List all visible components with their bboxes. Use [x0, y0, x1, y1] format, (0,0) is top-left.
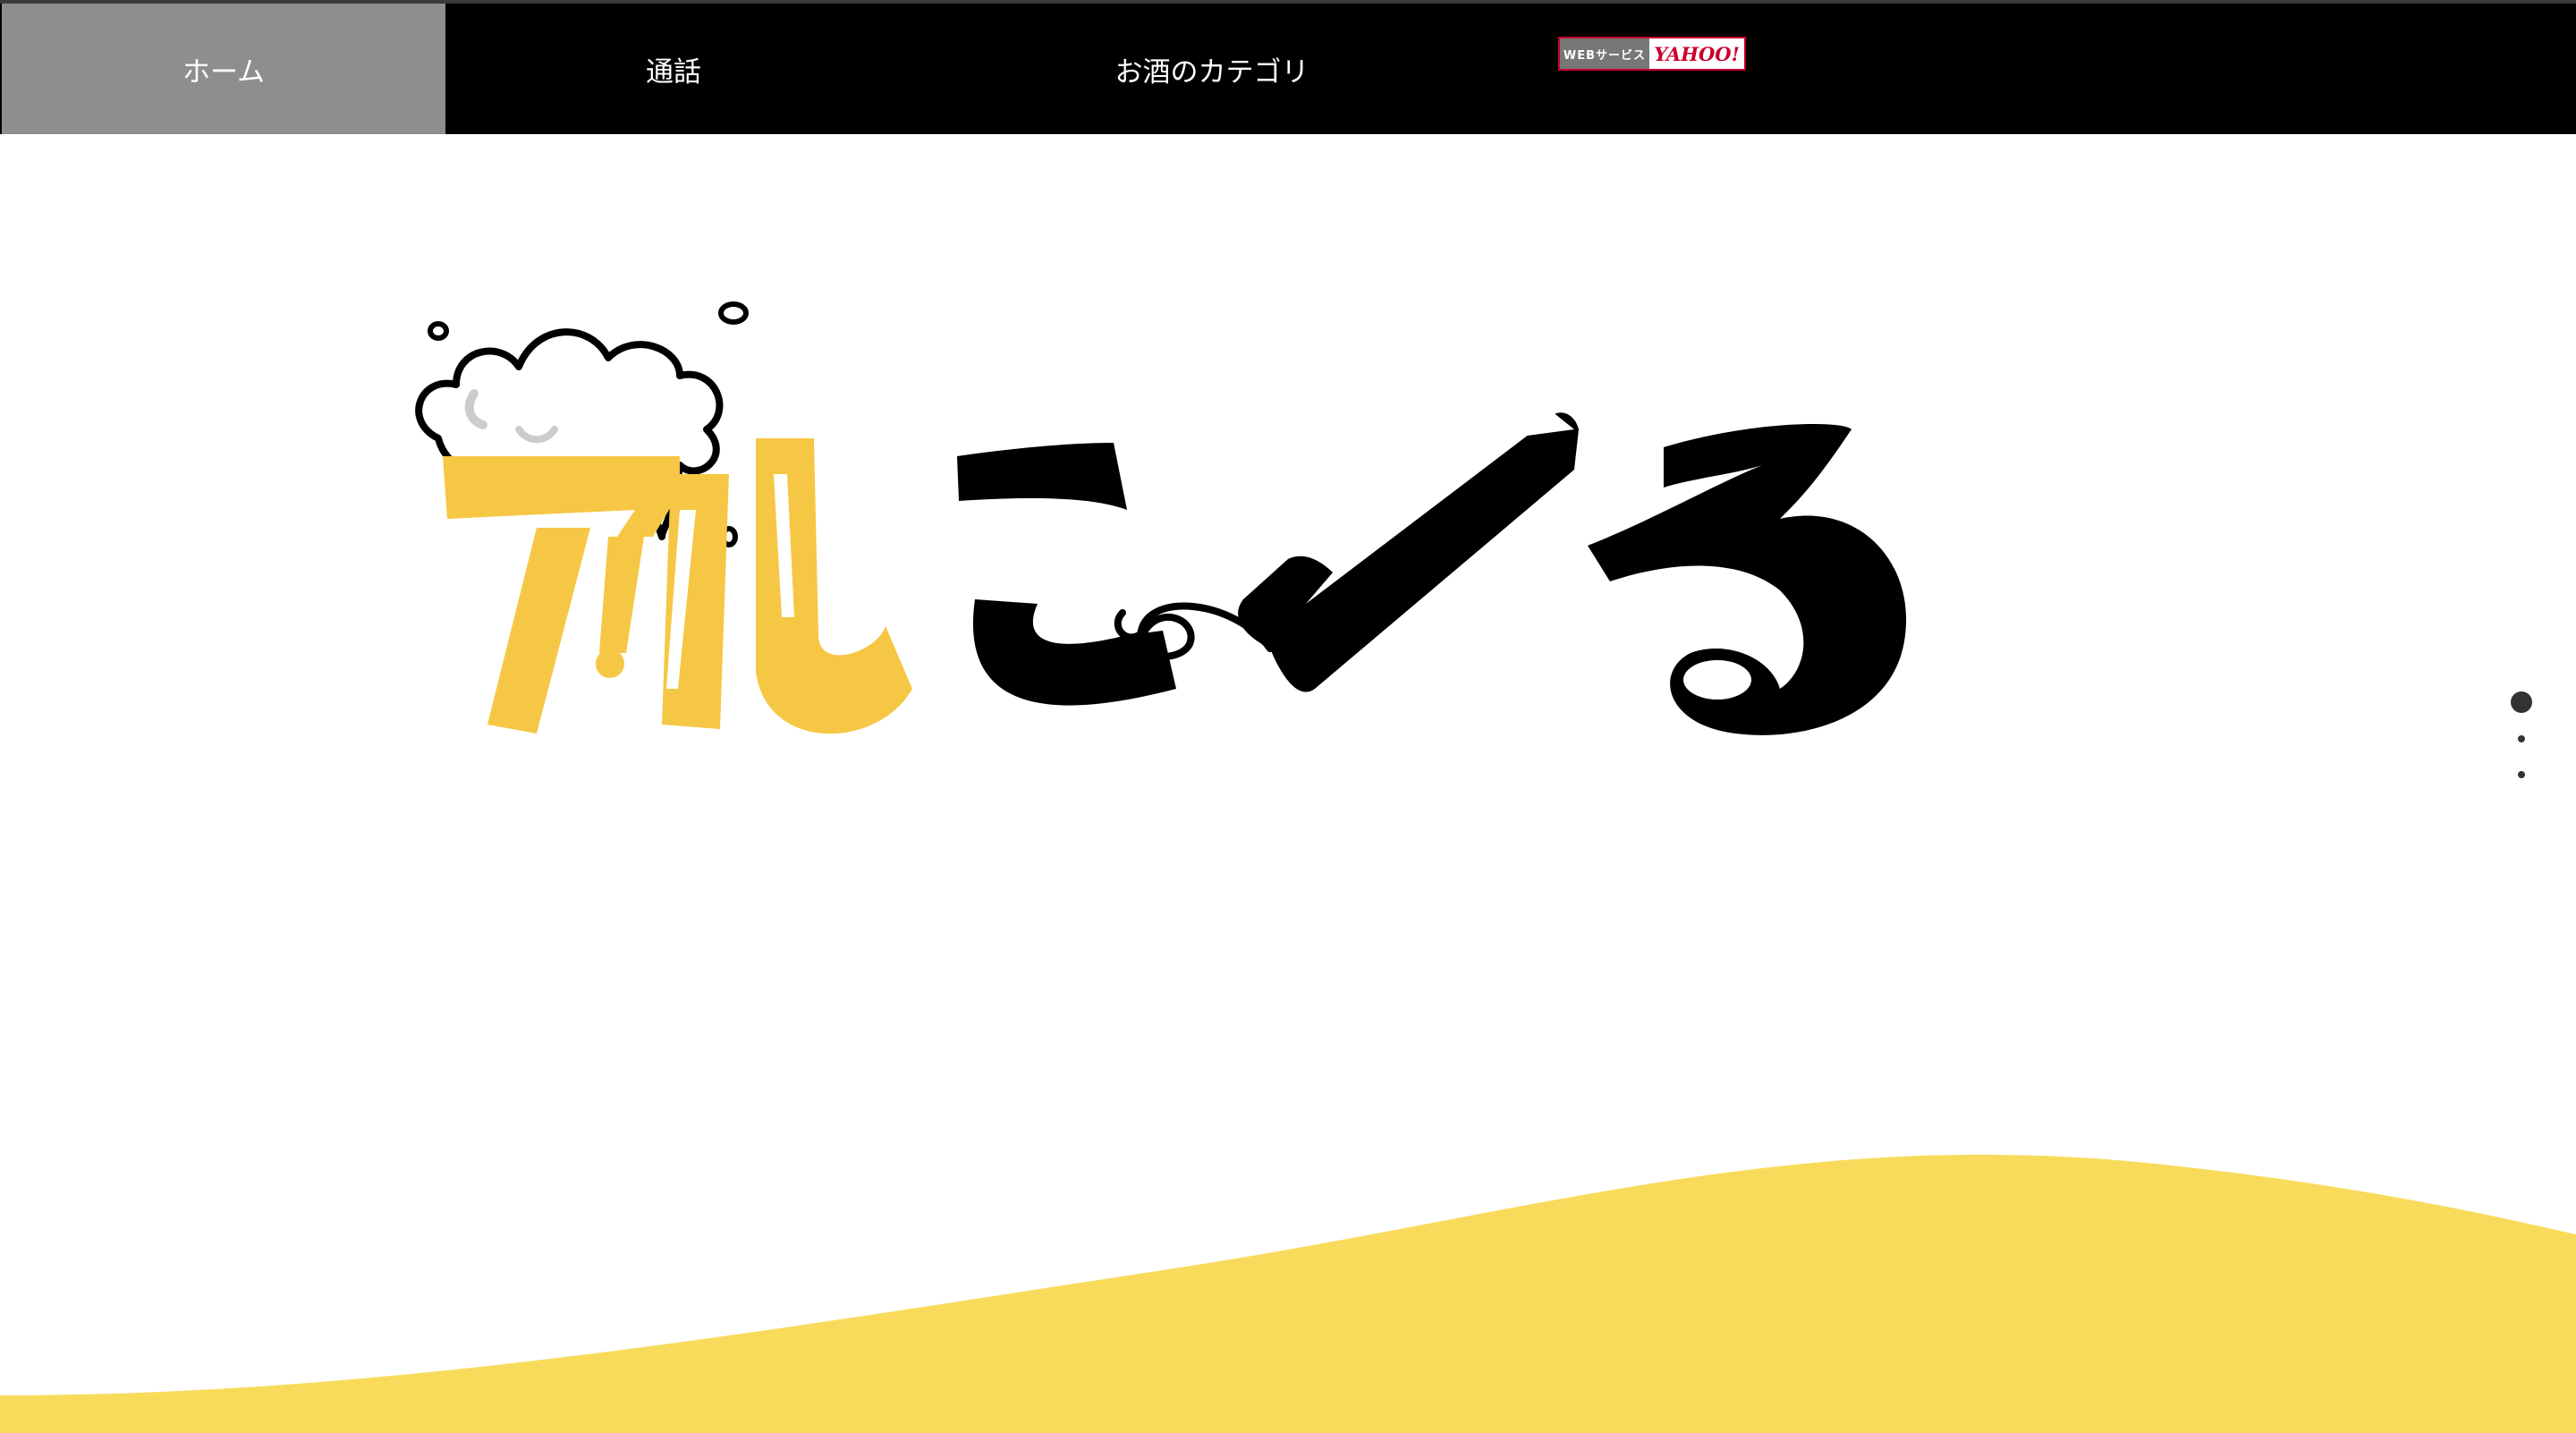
- badge-yahoo-label: YAHOO!: [1649, 38, 1744, 69]
- telephone-icon: [1114, 411, 1579, 692]
- nav-call-tab[interactable]: 通話: [445, 4, 902, 134]
- nav-category-label: お酒のカテゴリ: [1114, 55, 1309, 89]
- yahoo-web-services-badge[interactable]: WEBサービス YAHOO!: [1558, 37, 1746, 71]
- nav-home-label: ホーム: [182, 55, 266, 89]
- logo-char-ruu: [1588, 424, 1907, 735]
- badge-web-service-label: WEBサービス: [1560, 38, 1649, 69]
- nav-call-label: 通話: [646, 55, 701, 89]
- hero-logo: [415, 301, 1907, 735]
- logo-char-ru: [662, 438, 912, 734]
- top-nav: ホーム 通話 お酒のカテゴリ WEBサービス YAHOO!: [0, 0, 2576, 134]
- logo-char-a: [443, 456, 680, 733]
- slide-dot-2[interactable]: [2518, 735, 2525, 742]
- yellow-wave-decoration: [0, 1154, 2576, 1433]
- slide-dot-3[interactable]: [2518, 771, 2525, 778]
- slide-dot-1[interactable]: [2511, 691, 2532, 713]
- nav-category-tab[interactable]: お酒のカテゴリ: [1020, 4, 1404, 134]
- logo-char-ko: [957, 443, 1176, 706]
- nav-home-tab[interactable]: ホーム: [2, 4, 445, 134]
